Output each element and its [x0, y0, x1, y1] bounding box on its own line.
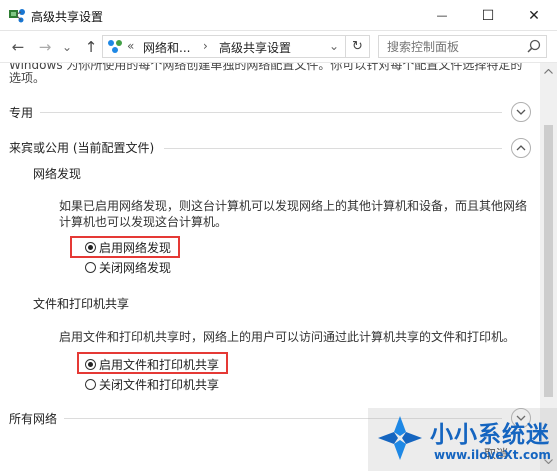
expand-private-button[interactable] [511, 102, 531, 122]
breadcrumb-overflow[interactable]: « [127, 39, 134, 53]
enable-file-sharing-label[interactable]: 启用文件和打印机共享 [99, 356, 219, 373]
watermark-title: 小小系统迷 [430, 422, 550, 448]
file-printer-sharing-heading: 文件和打印机共享 [33, 297, 130, 311]
watermark-url: www.iloveXt.com [434, 448, 551, 462]
section-all-networks-label[interactable]: 所有网络 [9, 410, 57, 427]
forward-button[interactable]: → [35, 37, 55, 57]
section-private-label[interactable]: 专用 [9, 104, 33, 121]
address-bar[interactable]: « 网络和... › 高级共享设置 ⌄ [102, 35, 346, 58]
search-icon [527, 39, 541, 53]
watermark-logo-icon [378, 416, 422, 460]
enable-network-discovery-radio[interactable] [85, 242, 96, 253]
intro-text-line1: Windows 为你所使用的每个网络创建单独的网络配置文件。你可以针对每个配置文… [9, 63, 523, 72]
enable-file-sharing-radio[interactable] [85, 359, 96, 370]
network-discovery-heading: 网络发现 [33, 167, 82, 181]
back-button[interactable]: ← [8, 37, 28, 57]
breadcrumb-network[interactable]: 网络和... [143, 39, 190, 56]
minimize-icon: — [436, 9, 448, 22]
back-arrow-icon: ← [11, 38, 25, 56]
network-app-icon [9, 9, 25, 23]
maximize-icon: ☐ [481, 7, 495, 24]
scroll-up-icon[interactable] [544, 69, 553, 74]
breadcrumb-separator[interactable]: › [203, 39, 208, 53]
file-printer-sharing-desc: 启用文件和打印机共享时，网络上的用户可以访问通过此计算机共享的文件和打印机。 [59, 330, 516, 344]
disable-file-sharing-label[interactable]: 关闭文件和打印机共享 [99, 376, 219, 393]
chevron-down-icon: ⌄ [61, 40, 73, 54]
network-location-icon [108, 40, 122, 53]
watermark: 小小系统迷 www.iloveXt.com [368, 408, 557, 471]
close-icon: ✕ [528, 7, 540, 24]
chevron-down-icon [516, 109, 526, 115]
recent-locations-button[interactable]: ⌄ [60, 37, 74, 57]
forward-arrow-icon: → [38, 38, 52, 56]
address-dropdown-icon[interactable]: ⌄ [329, 39, 339, 53]
collapse-guest-button[interactable] [511, 138, 531, 158]
search-box[interactable] [378, 35, 547, 58]
search-input[interactable] [379, 36, 519, 57]
section-guest-label[interactable]: 来宾或公用 (当前配置文件) [9, 139, 154, 156]
enable-network-discovery-label[interactable]: 启用网络发现 [99, 239, 171, 256]
close-button[interactable]: ✕ [511, 0, 557, 31]
chevron-up-icon [516, 145, 526, 151]
scrollbar-thumb[interactable] [544, 125, 553, 397]
minimize-button[interactable]: — [419, 0, 465, 31]
disable-file-sharing-radio[interactable] [85, 379, 96, 390]
breadcrumb-current[interactable]: 高级共享设置 [219, 39, 291, 56]
title-bar: 高级共享设置 — ☐ ✕ [0, 0, 557, 31]
disable-network-discovery-label[interactable]: 关闭网络发现 [99, 259, 171, 276]
refresh-button[interactable]: ↻ [346, 35, 370, 58]
network-discovery-desc-line1: 如果已启用网络发现，则这台计算机可以发现网络上的其他计算机和设备，而且其他网络 [59, 199, 528, 213]
maximize-button[interactable]: ☐ [465, 0, 511, 31]
navigation-bar: ← → ⌄ ↑ « 网络和... › 高级共享设置 ⌄ ↻ [0, 31, 557, 63]
refresh-icon: ↻ [352, 39, 363, 54]
intro-text-line2: 选项。 [9, 71, 46, 85]
window-title: 高级共享设置 [31, 10, 104, 24]
section-divider [40, 112, 502, 113]
up-arrow-icon: ↑ [84, 38, 98, 56]
disable-network-discovery-radio[interactable] [85, 262, 96, 273]
up-button[interactable]: ↑ [82, 37, 100, 57]
network-discovery-desc-line2: 计算机也可以发现这台计算机。 [59, 215, 228, 229]
section-divider [164, 148, 502, 149]
